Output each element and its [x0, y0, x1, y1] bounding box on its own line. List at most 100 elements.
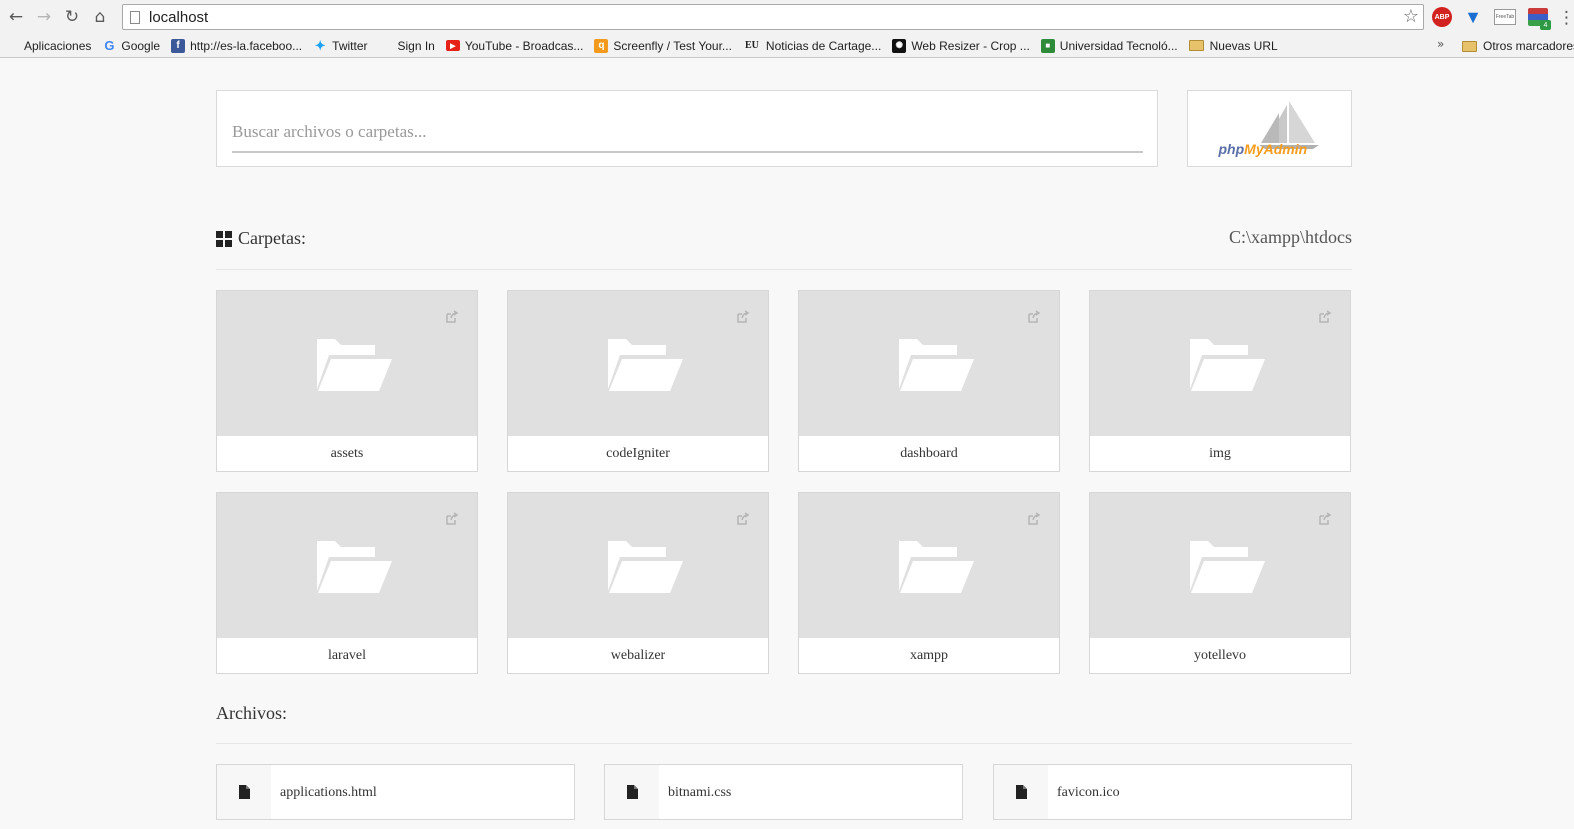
folder-name: xampp	[909, 648, 949, 663]
folder-card[interactable]: laravel	[216, 492, 478, 674]
files-divider	[216, 743, 1352, 744]
folder-card[interactable]: assets	[216, 290, 478, 472]
facebook-icon: f	[171, 38, 186, 53]
bookmark-label: Google	[121, 38, 161, 53]
bookmark-star-icon[interactable]: ☆	[1403, 6, 1419, 27]
chevron-more-icon[interactable]: »	[1437, 37, 1444, 51]
bookmark-label: Otros marcadores	[1483, 39, 1574, 53]
twitter-icon: ✦	[314, 37, 326, 53]
screenfly-icon: q	[594, 38, 609, 53]
file-name: applications.html	[280, 785, 377, 800]
bookmark-item-google[interactable]: G Google	[102, 38, 161, 53]
phpmyadmin-logo: phpMyAdmin	[1215, 97, 1325, 161]
open-external-icon[interactable]	[736, 310, 750, 324]
adblock-plus-icon[interactable]: ABP	[1432, 7, 1452, 27]
file-item[interactable]: favicon.ico	[993, 764, 1352, 820]
youtube-icon: ▶	[445, 40, 460, 51]
files-heading: Archivos:	[216, 703, 287, 724]
bookmark-item-web-resizer[interactable]: ✺ Web Resizer - Crop ...	[892, 38, 1030, 53]
reload-icon[interactable]: ↻	[58, 3, 86, 31]
folder-card[interactable]: dashboard	[798, 290, 1060, 472]
address-bar[interactable]: localhost ☆	[122, 4, 1424, 30]
freetab-label: FreeTab	[1495, 14, 1515, 20]
diamond-extension-icon[interactable]: ▼	[1463, 7, 1483, 27]
bookmark-item-screenfly[interactable]: q Screenfly / Test Your...	[594, 38, 732, 53]
bookmark-item-universidad[interactable]: ■ Universidad Tecnoló...	[1040, 38, 1178, 53]
bookmark-label: Web Resizer - Crop ...	[911, 38, 1030, 53]
bookmark-label: Screenfly / Test Your...	[613, 38, 732, 53]
bookmark-label: Twitter	[332, 38, 368, 53]
folder-card[interactable]: webalizer	[507, 492, 769, 674]
open-external-icon[interactable]	[1027, 310, 1041, 324]
folder-name: dashboard	[900, 446, 958, 461]
forward-arrow-icon[interactable]: →	[30, 3, 58, 31]
bookmark-label: Universidad Tecnoló...	[1059, 38, 1178, 53]
open-external-icon[interactable]	[1318, 310, 1332, 324]
open-folder-icon	[608, 541, 683, 593]
search-input[interactable]	[232, 113, 1143, 153]
open-folder-icon	[899, 541, 974, 593]
folder-name: codeIgniter	[606, 446, 670, 461]
web-resizer-icon: ✺	[892, 38, 907, 53]
folder-card[interactable]: codeIgniter	[507, 290, 769, 472]
bookmark-label: YouTube - Broadcas...	[464, 38, 584, 53]
bookmark-label: Noticias de Cartage...	[765, 38, 882, 53]
open-folder-icon	[608, 339, 683, 391]
folder-name: webalizer	[610, 648, 666, 663]
page-icon	[130, 10, 140, 24]
folder-card[interactable]: yotellevo	[1089, 492, 1351, 674]
bookmark-item-noticias[interactable]: EU Noticias de Cartage...	[743, 39, 881, 53]
folder-name: assets	[330, 446, 364, 461]
bookmark-item-sign-in[interactable]: Sign In	[379, 39, 435, 53]
phpmyadmin-wordmark: phpMyAdmin	[1219, 141, 1308, 157]
bookmark-item-nuevas-url[interactable]: Nuevas URL	[1188, 38, 1278, 53]
pma-admin-text: MyAdmin	[1244, 140, 1308, 157]
bookmark-item-facebook[interactable]: f http://es-la.faceboo...	[171, 38, 302, 53]
phpmyadmin-link[interactable]: phpMyAdmin	[1187, 90, 1352, 167]
folder-icon	[1462, 40, 1477, 52]
open-folder-icon	[317, 339, 392, 391]
folder-icon	[1188, 40, 1204, 51]
folder-name: img	[1209, 446, 1231, 461]
apps-grid-icon	[5, 39, 19, 52]
file-item[interactable]: bitnami.css	[604, 764, 963, 820]
google-icon: G	[104, 38, 115, 53]
search-box	[216, 90, 1158, 167]
bookmark-item-youtube[interactable]: ▶ YouTube - Broadcas...	[445, 38, 584, 53]
microsoft-icon	[379, 39, 393, 53]
eu-news-icon: EU	[744, 40, 759, 51]
folders-divider	[216, 269, 1352, 270]
open-external-icon[interactable]	[1027, 512, 1041, 526]
bookmark-label: Nuevas URL	[1209, 38, 1278, 53]
file-item[interactable]: applications.html	[216, 764, 575, 820]
bookmark-label: Aplicaciones	[24, 38, 92, 53]
open-folder-icon	[1190, 339, 1265, 391]
pma-php-text: php	[1218, 140, 1245, 157]
current-path: C:\xampp\htdocs	[1229, 227, 1352, 247]
grid-icon	[216, 230, 232, 247]
open-external-icon[interactable]	[445, 310, 459, 324]
university-icon: ■	[1040, 38, 1055, 53]
open-external-icon[interactable]	[736, 512, 750, 526]
file-icon	[1015, 785, 1027, 799]
folder-card[interactable]: xampp	[798, 492, 1060, 674]
address-text[interactable]: localhost	[149, 9, 208, 26]
back-arrow-icon[interactable]: ←	[2, 3, 30, 31]
freetab-extension-icon[interactable]: FreeTab	[1494, 9, 1516, 25]
bookmark-item-apps[interactable]: Aplicaciones	[5, 39, 91, 53]
bookmark-item-twitter[interactable]: ✦ Twitter	[313, 37, 368, 53]
bookmark-item-other[interactable]: Otros marcadores	[1462, 34, 1574, 57]
file-name: favicon.ico	[1057, 785, 1120, 800]
bookmarks-bar: Aplicaciones G Google f http://es-la.fac…	[0, 34, 1574, 58]
menu-icon[interactable]: ⋮	[1558, 8, 1574, 28]
bookmark-label: Sign In	[397, 38, 435, 53]
open-folder-icon	[317, 541, 392, 593]
folders-heading: Carpetas:	[216, 228, 306, 249]
folder-card[interactable]: img	[1089, 290, 1351, 472]
home-icon[interactable]: ⌂	[86, 3, 114, 31]
file-icon	[238, 785, 250, 799]
browser-toolbar: ← → ↻ ⌂ localhost ☆ ABP ▼ FreeTab 4 ⋮	[0, 0, 1574, 34]
open-external-icon[interactable]	[445, 512, 459, 526]
open-external-icon[interactable]	[1318, 512, 1332, 526]
folder-name: yotellevo	[1193, 648, 1247, 663]
